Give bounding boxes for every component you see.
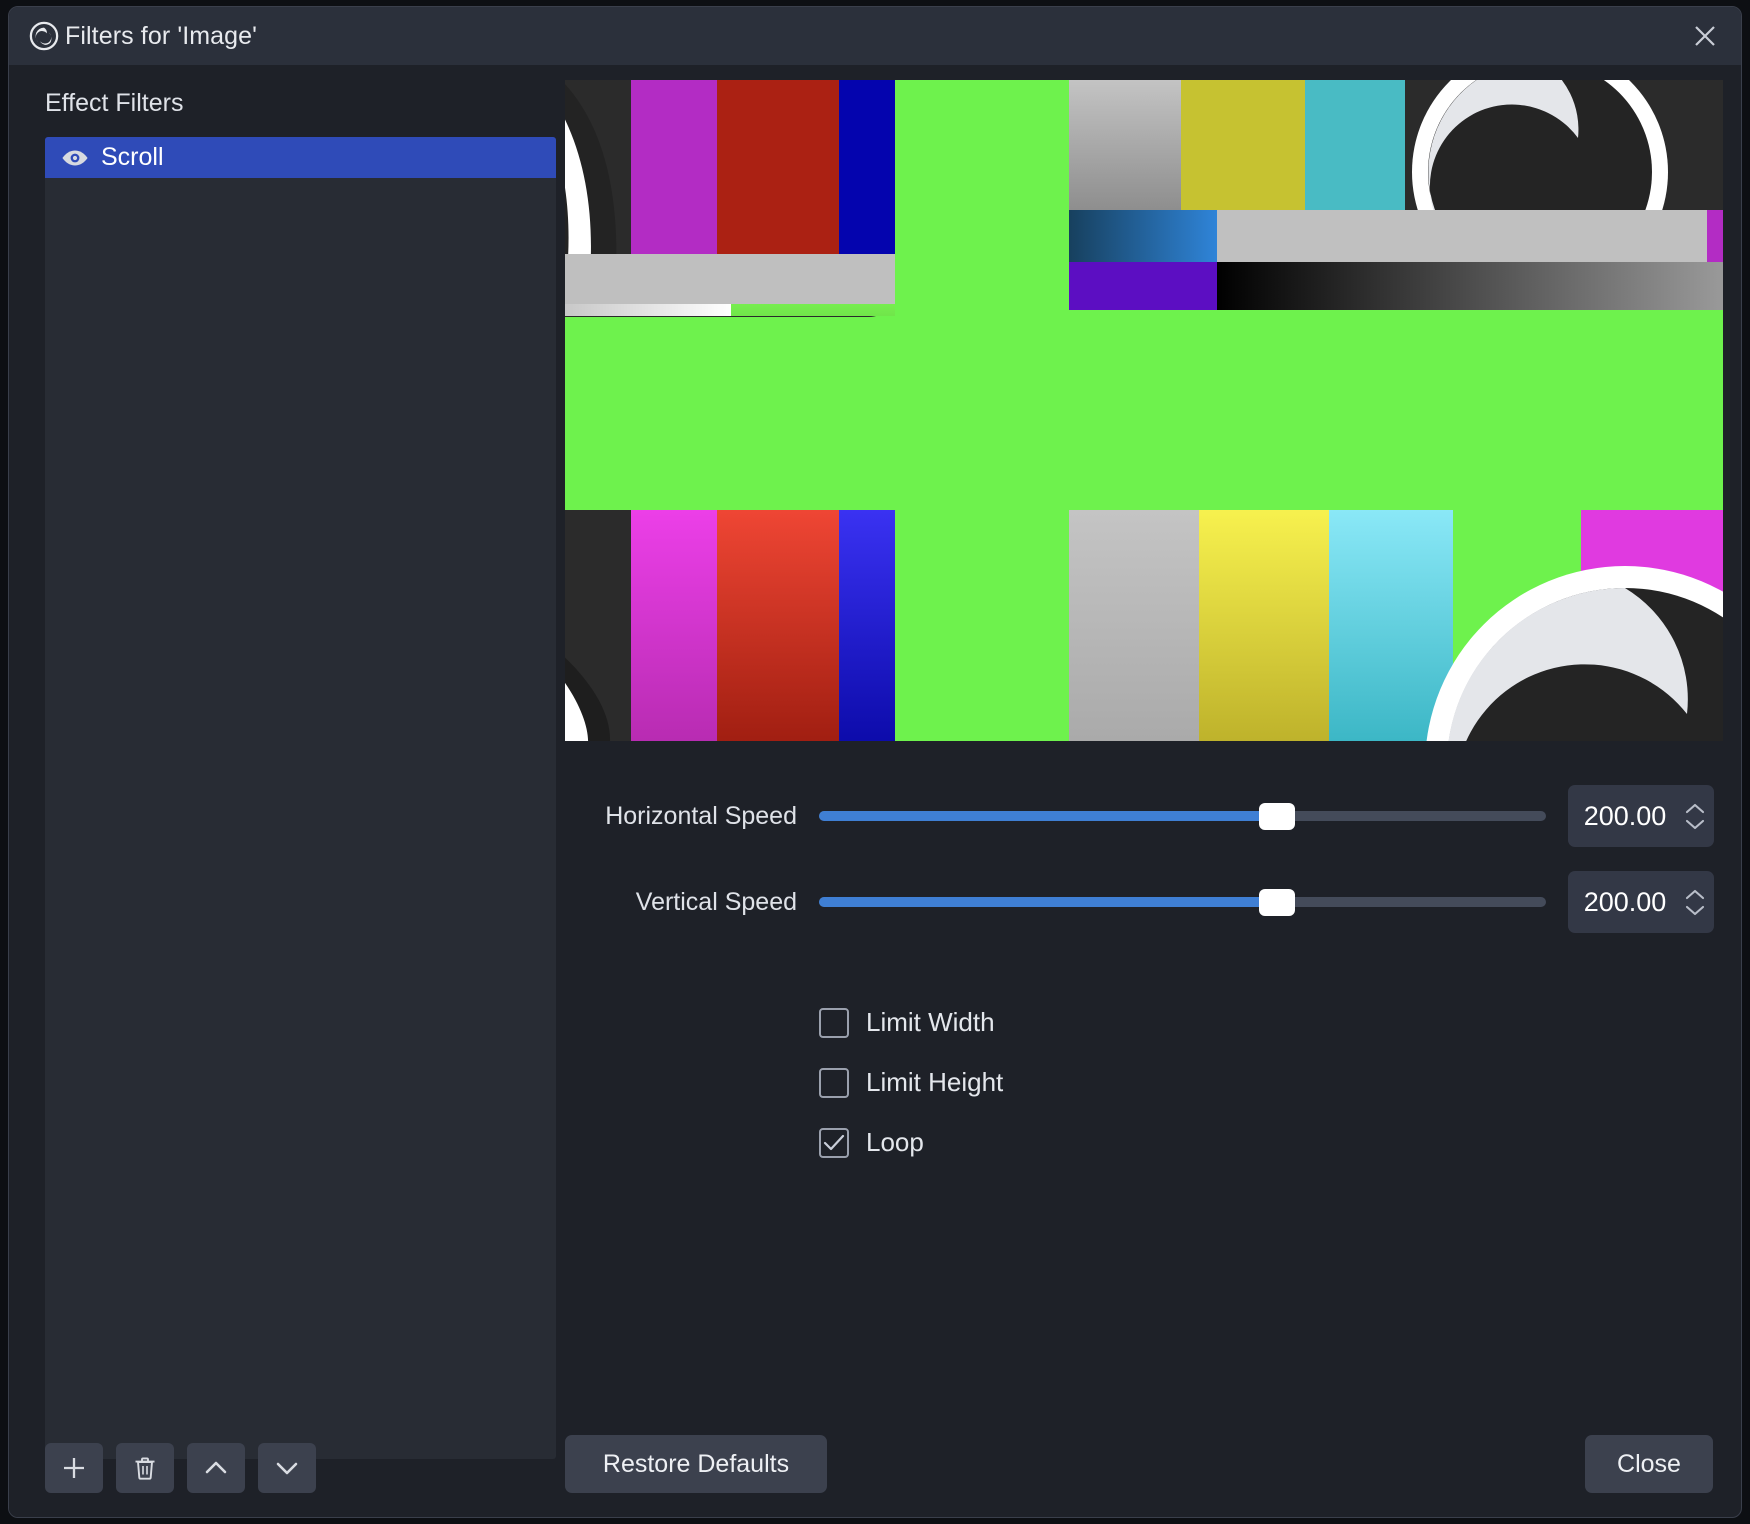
limit-width-label: Limit Width xyxy=(866,1007,995,1038)
slider-handle[interactable] xyxy=(1259,889,1295,916)
spin-arrows xyxy=(1676,871,1714,933)
limit-height-label: Limit Height xyxy=(866,1067,1003,1098)
add-filter-button[interactable] xyxy=(45,1443,103,1493)
vertical-speed-slider[interactable] xyxy=(819,893,1546,911)
move-filter-up-button[interactable] xyxy=(187,1443,245,1493)
horizontal-speed-slider[interactable] xyxy=(819,807,1546,825)
horizontal-speed-spinbox[interactable]: 200.00 xyxy=(1568,785,1714,847)
spin-arrows xyxy=(1676,785,1714,847)
horizontal-speed-row: Horizontal Speed 200.00 xyxy=(565,785,1725,847)
filter-list-toolbar xyxy=(45,1443,316,1493)
limit-height-checkbox-row[interactable]: Limit Height xyxy=(819,1067,1003,1098)
filter-preview xyxy=(565,80,1723,741)
limit-width-checkbox-row[interactable]: Limit Width xyxy=(819,1007,995,1038)
slider-fill xyxy=(819,897,1277,907)
horizontal-speed-value: 200.00 xyxy=(1568,801,1676,832)
slider-fill xyxy=(819,811,1277,821)
move-filter-down-button[interactable] xyxy=(258,1443,316,1493)
properties-panel: Horizontal Speed 200.00 xyxy=(565,65,1741,1517)
loop-label: Loop xyxy=(866,1127,924,1158)
effect-filters-panel: Effect Filters Scroll xyxy=(9,65,565,1517)
loop-checkbox[interactable] xyxy=(819,1128,849,1158)
spin-down-button[interactable] xyxy=(1684,904,1706,917)
trash-icon xyxy=(132,1455,158,1481)
remove-filter-button[interactable] xyxy=(116,1443,174,1493)
list-item-label: Scroll xyxy=(101,143,164,172)
filters-dialog: Filters for 'Image' Effect Filters Scrol… xyxy=(8,6,1742,1518)
vertical-speed-label: Vertical Speed xyxy=(565,888,797,917)
close-icon[interactable] xyxy=(1683,15,1727,57)
chevron-up-icon xyxy=(202,1454,230,1482)
vertical-speed-spinbox[interactable]: 200.00 xyxy=(1568,871,1714,933)
limit-height-checkbox[interactable] xyxy=(819,1068,849,1098)
close-button[interactable]: Close xyxy=(1585,1435,1713,1493)
loop-checkbox-row[interactable]: Loop xyxy=(819,1127,924,1158)
spin-down-button[interactable] xyxy=(1684,818,1706,831)
vertical-speed-row: Vertical Speed 200.00 xyxy=(565,871,1725,933)
spin-up-button[interactable] xyxy=(1684,802,1706,815)
eye-icon[interactable] xyxy=(61,147,89,169)
chevron-down-icon xyxy=(273,1454,301,1482)
title-bar: Filters for 'Image' xyxy=(9,7,1741,65)
window-title: Filters for 'Image' xyxy=(65,22,257,51)
obs-logo-icon xyxy=(29,21,59,51)
slider-handle[interactable] xyxy=(1259,803,1295,830)
filter-list[interactable]: Scroll xyxy=(45,137,556,1459)
spin-up-button[interactable] xyxy=(1684,888,1706,901)
restore-defaults-button[interactable]: Restore Defaults xyxy=(565,1435,827,1493)
checkmark-icon xyxy=(823,1134,845,1152)
vertical-speed-value: 200.00 xyxy=(1568,887,1676,918)
plus-icon xyxy=(61,1455,87,1481)
horizontal-speed-label: Horizontal Speed xyxy=(565,802,797,831)
effect-filters-heading: Effect Filters xyxy=(45,89,183,118)
list-item[interactable]: Scroll xyxy=(45,137,556,178)
limit-width-checkbox[interactable] xyxy=(819,1008,849,1038)
